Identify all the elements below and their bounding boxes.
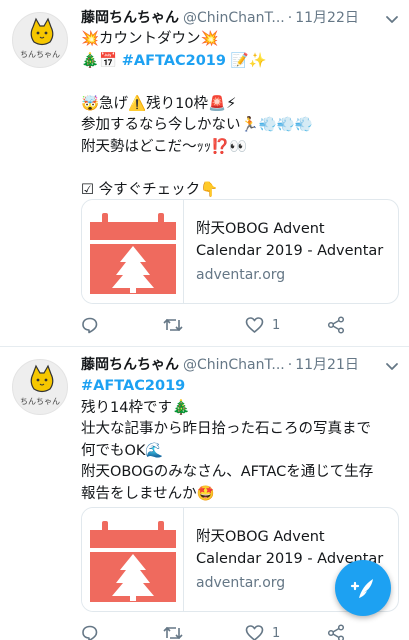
compose-tweet-icon — [350, 579, 373, 598]
emoji-suffix: 📝✨ — [225, 52, 267, 69]
card-thumbnail — [82, 508, 184, 611]
separator-dot: · — [287, 357, 293, 373]
reply-icon — [82, 625, 98, 640]
tweet-actions: 1 — [81, 314, 399, 336]
tweet-line: 参加するなら今しかない🏃💨💨💨 — [81, 117, 313, 133]
like-icon — [245, 625, 264, 640]
tweet-date[interactable]: 11月21日 — [295, 357, 359, 373]
card-domain: adventar.org — [196, 267, 286, 283]
retweet-icon — [163, 626, 183, 640]
separator-dot: · — [287, 10, 293, 26]
compose-tweet-button[interactable] — [335, 560, 391, 616]
tweet-line: 🎄📅 #AFTAC2019 📝✨ — [81, 51, 397, 73]
tweet-line: 💥カウントダウン💥 — [81, 31, 219, 47]
retweet-button[interactable] — [163, 622, 183, 640]
share-icon — [327, 624, 345, 640]
avatar[interactable]: ちんちゃん — [12, 12, 68, 68]
like-count: 1 — [272, 317, 281, 333]
tweet-text: 💥カウントダウン💥 🎄📅 #AFTAC2019 📝✨ 🤯急げ⚠️残り10枠🚨⚡ … — [81, 29, 397, 201]
share-button[interactable] — [327, 622, 345, 640]
tweet-line: ☑ 今すぐチェック👇 — [81, 181, 219, 198]
like-icon — [245, 317, 264, 333]
adventar-calendar-icon — [90, 521, 176, 602]
hashtag-link[interactable]: #AFTAC2019 — [122, 53, 226, 69]
emoji-prefix: 🎄📅 — [81, 52, 122, 69]
tweet-line: 報告をしませんか🤩 — [81, 485, 215, 502]
chevron-down-icon[interactable] — [383, 357, 401, 375]
user-handle[interactable]: @ChinChanT... — [183, 357, 285, 373]
share-button[interactable] — [327, 314, 345, 336]
display-name[interactable]: 藤岡ちんちゃん — [81, 357, 179, 373]
adventar-calendar-icon — [90, 213, 176, 294]
like-button[interactable]: 1 — [245, 314, 280, 336]
display-name[interactable]: 藤岡ちんちゃん — [81, 10, 179, 26]
card-thumbnail — [82, 200, 184, 303]
avatar-caption: ちんちゃん — [20, 50, 60, 59]
hashtag-link[interactable]: #AFTAC2019 — [81, 376, 397, 398]
user-handle[interactable]: @ChinChanT... — [183, 10, 285, 26]
retweet-button[interactable] — [163, 314, 191, 336]
share-icon — [327, 316, 345, 334]
reply-button[interactable] — [81, 314, 99, 336]
chevron-down-icon[interactable] — [383, 10, 401, 28]
card-title: 附天OBOG Advent Calendar 2019 - Adventar — [196, 221, 384, 259]
tweet-date[interactable]: 11月22日 — [295, 10, 359, 26]
avatar[interactable]: ちんちゃん — [12, 359, 68, 415]
tweet-text: #AFTAC2019 残り14枠です🎄 壮大な記事から昨日拾った石ころの写真まで… — [81, 376, 397, 505]
tweet-1[interactable]: ちんちゃん 藤岡ちんちゃん @ChinChanT... · 11月22日 💥カウントダ… — [0, 0, 409, 346]
tweet-line: 壮大な記事から昨日拾った石ころの写真まで — [81, 421, 371, 437]
tweet-line: 🤯急げ⚠️残り10枠🚨⚡ — [81, 95, 237, 112]
tweet-line: 附天勢はどこだ〜ｯｯ⁉️👀 — [81, 138, 248, 155]
tweet-line: 残り14枠です🎄 — [81, 399, 191, 416]
tweet-line: 何でもOK🌊 — [81, 442, 164, 459]
link-card[interactable]: 附天OBOG Advent Calendar 2019 - Adventar a… — [81, 199, 399, 304]
like-count: 1 — [272, 625, 281, 640]
tweet-actions: 1 — [81, 622, 399, 640]
reply-button[interactable] — [81, 622, 99, 640]
tweet-header: 藤岡ちんちゃん @ChinChanT... · 11月21日 — [81, 355, 401, 377]
tweet-line: 附天OBOGのみなさん、AFTACを通じて生存 — [81, 464, 374, 480]
avatar-caption: ちんちゃん — [20, 397, 60, 406]
tweet-header: 藤岡ちんちゃん @ChinChanT... · 11月22日 — [81, 8, 401, 30]
reply-icon — [82, 317, 98, 334]
retweet-icon — [163, 318, 183, 332]
like-button[interactable]: 1 — [245, 622, 280, 640]
